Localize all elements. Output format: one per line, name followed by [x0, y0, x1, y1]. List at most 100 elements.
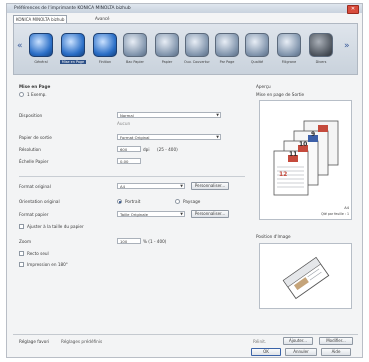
paper-tray-icon [123, 33, 147, 57]
toolbar-label: Ouv. Couverture [184, 60, 210, 64]
original-size-label: Format original [19, 184, 51, 189]
toolbar-label: Divers [315, 60, 327, 64]
portrait-radio[interactable] [117, 199, 122, 204]
close-button[interactable]: ✕ [347, 5, 359, 14]
zoom-label: Zoom [19, 239, 32, 244]
help-button[interactable]: Aide [321, 348, 351, 356]
page-stack-image [273, 120, 339, 196]
zoom-value: 100 [120, 239, 128, 244]
function-toolbar: « Général Mise en Page Finition Bac Papi… [13, 23, 358, 75]
quality-icon [245, 33, 269, 57]
favorites-label: Réglage favori [19, 339, 50, 344]
favorites-value[interactable]: Réglages prédéfinis [61, 339, 102, 344]
watermark-icon [277, 33, 301, 57]
toolbar-label: Mise en Page [60, 60, 86, 64]
zoom-range: % (1 - 400) [143, 239, 167, 244]
toolbar-watermark-button[interactable]: Filigrane [276, 28, 302, 68]
chevron-down-icon: ▼ [216, 113, 219, 117]
per-page-icon [215, 33, 239, 57]
output-size-label: Format papier [19, 212, 49, 217]
source-sub-label: Aucun [117, 121, 131, 126]
title-bar: Préférences de l'imprimante KONICA MINOL… [7, 4, 362, 14]
paper-icon [155, 33, 179, 57]
landscape-radio[interactable] [175, 199, 180, 204]
section-title: Mise en Page [19, 84, 51, 89]
rotate-label: Impression en 180° [27, 262, 68, 267]
toolbar-finishing-button[interactable]: Finition [92, 28, 118, 68]
paper-size-value: Format Original [120, 135, 150, 140]
image-position-label: Position d'Image [256, 234, 291, 239]
toolbar-per-page-button[interactable]: Par Page [214, 28, 240, 68]
resolution-label: Résolution [19, 147, 41, 152]
scroll-left-icon[interactable]: « [17, 41, 23, 51]
simplex-checkbox[interactable] [19, 251, 24, 256]
custom-size-button[interactable]: Personnaliser... [191, 182, 229, 190]
scale-value: 0.00 [120, 159, 129, 164]
page-number-label: 9 [311, 131, 316, 138]
reset-label: Réinit. [253, 339, 267, 344]
fit-paper-checkbox[interactable] [19, 224, 24, 229]
toolbar-general-button[interactable]: Général [28, 28, 54, 68]
original-size-value: A4 [120, 184, 126, 189]
image-position-preview [259, 243, 352, 309]
add-favorite-button[interactable]: Ajouter... [283, 337, 313, 345]
printer-icon [29, 33, 53, 57]
landscape-label: Paysage [183, 199, 201, 204]
window-title: Préférences de l'imprimante KONICA MINOL… [14, 6, 131, 11]
copies-radio[interactable] [19, 92, 24, 97]
chevron-down-icon: ▼ [180, 184, 183, 188]
scroll-right-icon[interactable]: » [344, 41, 350, 51]
toolbar-cover-button[interactable]: Ouv. Couverture [184, 28, 210, 68]
source-label: Disposition [19, 113, 43, 118]
bottom-divider [13, 334, 358, 335]
finishing-icon [93, 33, 117, 57]
toolbar-label: Par Page [219, 60, 235, 64]
resolution-unit: dpi [143, 147, 150, 152]
toolbar-label: Papier [161, 60, 173, 64]
zoom-input[interactable]: 100 [117, 238, 141, 244]
scale-input[interactable]: 0.00 [117, 158, 141, 164]
tab-advanced[interactable]: Avancé [93, 15, 112, 23]
orientation-label: Orientation original [19, 199, 60, 204]
simplex-label: Recto seul [27, 251, 49, 256]
toolbar-label: Finition [98, 60, 112, 64]
preview-sub-label: Mise en page de Sortie [256, 92, 305, 97]
preview-meta-label: Qté par feuille : 1 [321, 212, 349, 216]
rotated-page-image [282, 256, 330, 300]
custom-output-button[interactable]: Personnaliser... [191, 210, 229, 218]
toolbar-misc-button[interactable]: Divers [308, 28, 334, 68]
paper-size-select[interactable]: Format Original ▼ [117, 134, 221, 140]
toolbar-paper-tray-button[interactable]: Bac Papier [122, 28, 148, 68]
resolution-range: (25 - 400) [157, 147, 178, 152]
toolbar-quality-button[interactable]: Qualité [244, 28, 270, 68]
layout-icon [61, 33, 85, 57]
chevron-down-icon: ▼ [216, 135, 219, 139]
page-number-label: 10 [299, 141, 308, 148]
edit-favorite-button[interactable]: Modifier... [319, 337, 353, 345]
toolbar-label: Général [34, 60, 48, 64]
misc-icon [309, 33, 333, 57]
printer-preferences-window: Préférences de l'imprimante KONICA MINOL… [6, 3, 363, 358]
cover-icon [185, 33, 209, 57]
source-select[interactable]: Normal ▼ [117, 112, 221, 118]
resolution-value: 600 [120, 147, 128, 152]
page-number-label: 12 [279, 171, 288, 178]
rotate-checkbox[interactable] [19, 262, 24, 267]
toolbar-label: Qualité [250, 60, 264, 64]
paper-size-label: Papier de sortie [19, 135, 52, 140]
copies-label: 1 Exemp. [27, 92, 47, 97]
source-value: Normal [120, 113, 134, 118]
chevron-down-icon: ▼ [180, 212, 183, 216]
toolbar-layout-button[interactable]: Mise en Page [60, 28, 86, 68]
original-size-select[interactable]: A4 ▼ [117, 183, 185, 189]
scale-label: Échelle Papier [19, 159, 49, 164]
ok-button[interactable]: OK [251, 348, 281, 356]
toolbar-paper-button[interactable]: Papier [154, 28, 180, 68]
output-size-select[interactable]: Taille Originale ▼ [117, 211, 185, 217]
fit-paper-label: Ajuster à la taille du papier [27, 224, 84, 229]
cancel-button[interactable]: Annuler [285, 348, 317, 356]
layout-preview: 12 11 10 9 A4 Qté par feuille : 1 [259, 100, 352, 220]
resolution-input[interactable]: 600 [117, 146, 141, 152]
toolbar-label: Bac Papier [126, 60, 144, 64]
output-size-value: Taille Originale [120, 212, 148, 217]
